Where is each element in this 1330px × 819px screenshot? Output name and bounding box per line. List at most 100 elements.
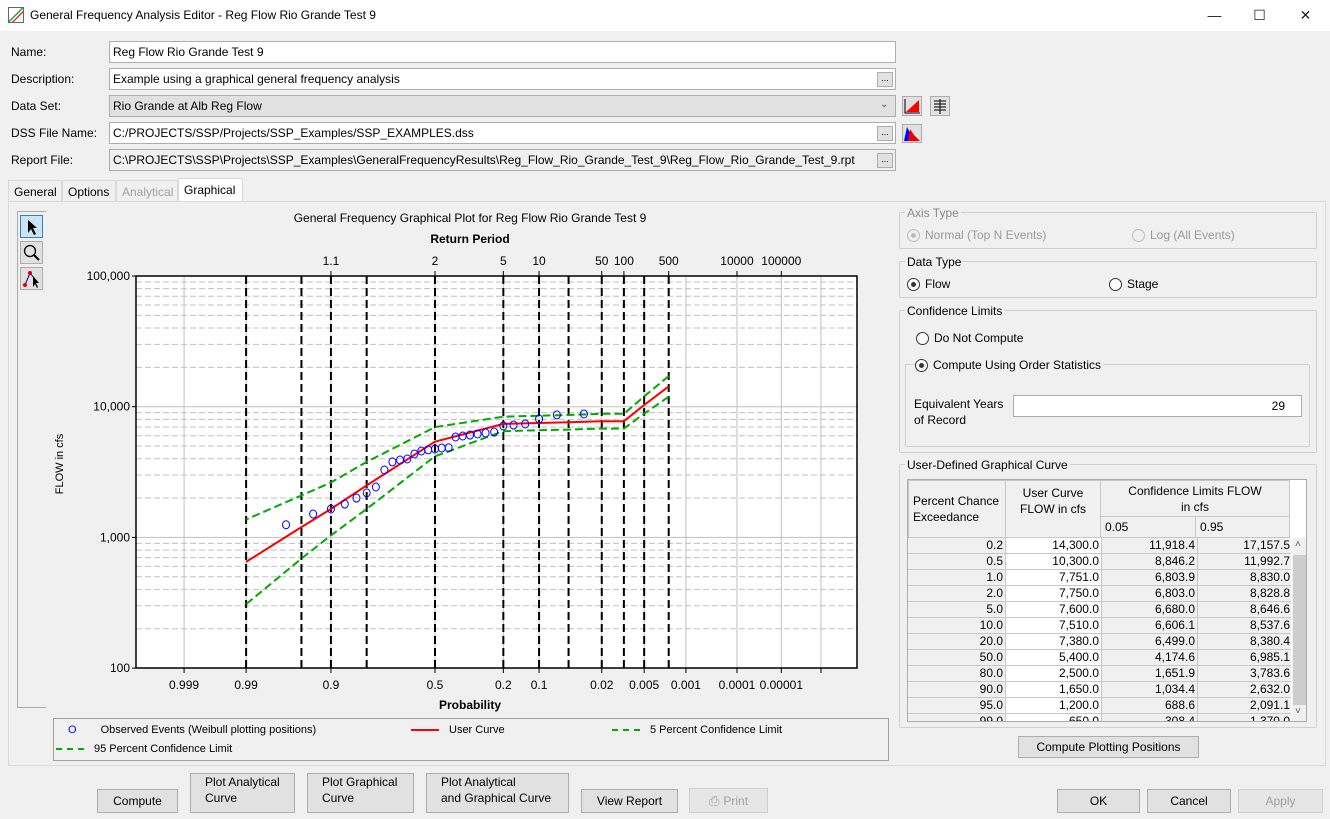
report-file-input[interactable]: C:\PROJECTS\SSP\Projects\SSP_Examples\Ge… [109,149,896,171]
table-row[interactable]: 20.0 7,380.0 6,499.0 8,380.4 [908,634,1291,650]
return-period-label: 100 [614,254,634,268]
close-button[interactable]: ✕ [1283,0,1328,31]
plot-both-curves-button[interactable]: Plot Analytical and Graphical Curve [426,773,569,813]
legend-ci5-label: 5 Percent Confidence Limit [650,724,783,736]
cell-cl05: 688.6 [1102,698,1198,714]
name-input[interactable]: Reg Flow Rio Grande Test 9 [109,41,896,63]
view-report-button[interactable]: View Report [581,789,678,813]
do-not-compute-radio[interactable]: Do Not Compute [916,331,1023,345]
cell-pce: 95.0 [908,698,1006,714]
select-tool-button[interactable] [20,215,43,238]
table-row[interactable]: 10.0 7,510.0 6,606.1 8,537.6 [908,618,1291,634]
flow-radio[interactable]: Flow [907,277,950,291]
dss-file-label: DSS File Name: [11,126,98,140]
table-row[interactable]: 99.0 650.0 308.4 1,370.0 [908,714,1291,721]
dataset-label: Data Set: [11,99,62,113]
stage-radio[interactable]: Stage [1109,277,1158,291]
cell-cl95: 2,091.1 [1198,698,1291,714]
axis-normal-radio: Normal (Top N Events) [907,228,1046,242]
user-curve-table[interactable]: Percent Chance Exceedance User Curve FLO… [907,479,1307,722]
scroll-up-icon[interactable]: ˄ [1295,539,1301,550]
cell-user-curve[interactable]: 2,500.0 [1006,666,1102,682]
cell-user-curve[interactable]: 1,200.0 [1006,698,1102,714]
header-cl05: 0.05 [1100,516,1196,538]
y-tick-label: 1,000 [100,530,130,544]
table-row[interactable]: 0.2 14,300.0 11,918.4 17,157.5 [908,538,1291,554]
cell-cl05: 6,606.1 [1102,618,1198,634]
cell-user-curve[interactable]: 7,510.0 [1006,618,1102,634]
cell-cl05: 4,174.6 [1102,650,1198,666]
plot-icon [904,99,920,114]
cell-pce: 1.0 [908,570,1006,586]
chevron-down-icon[interactable]: ⌄ [880,99,888,110]
x-tick-label: 0.001 [671,678,701,692]
cell-user-curve[interactable]: 1,650.0 [1006,682,1102,698]
table-row[interactable]: 2.0 7,750.0 6,803.0 8,828.8 [908,586,1291,602]
tab-general[interactable]: General [8,180,62,202]
user-curve-title: User-Defined Graphical Curve [905,458,1070,472]
cell-cl95: 1,370.0 [1198,714,1291,721]
plot-dataset-button[interactable] [902,96,922,116]
cell-cl95: 2,632.0 [1198,682,1291,698]
legend-user-label: User Curve [449,724,505,736]
maximize-button[interactable]: ☐ [1237,0,1282,31]
cell-cl05: 1,651.9 [1102,666,1198,682]
edit-curve-tool-button[interactable] [20,267,43,290]
legend-observed-label: Observed Events (Weibull plotting positi… [100,724,317,736]
order-statistics-radio[interactable]: Compute Using Order Statistics [915,358,1105,372]
cell-pce: 99.0 [908,714,1006,721]
cell-user-curve[interactable]: 7,751.0 [1006,570,1102,586]
equivalent-years-input[interactable]: 29 [1013,395,1302,417]
dashed-line-icon [56,748,84,750]
header-confidence-limits: Confidence Limits FLOW in cfs [1100,480,1290,517]
minimize-button[interactable]: — [1192,0,1237,31]
y-tick-label: 100,000 [87,269,131,283]
table-row[interactable]: 90.0 1,650.0 1,034.4 2,632.0 [908,682,1291,698]
description-browse-button[interactable]: ... [877,72,893,87]
compute-plotting-positions-button[interactable]: Compute Plotting Positions [1018,736,1199,758]
plot-graphical-curve-button[interactable]: Plot Graphical Curve [307,773,414,813]
cell-user-curve[interactable]: 7,750.0 [1006,586,1102,602]
dss-viewer-button[interactable] [902,124,922,143]
compute-button[interactable]: Compute [97,789,178,813]
cell-user-curve[interactable]: 5,400.0 [1006,650,1102,666]
report-browse-button[interactable]: ... [877,153,893,168]
table-scrollbar[interactable]: ˄ ˅ [1292,538,1306,721]
scroll-down-icon[interactable]: ˅ [1295,706,1301,717]
return-period-label: 10000 [720,254,754,268]
cell-cl05: 6,680.0 [1102,602,1198,618]
cell-user-curve[interactable]: 7,600.0 [1006,602,1102,618]
x-tick-label: 0.999 [169,678,199,692]
scrollbar-thumb[interactable] [1293,555,1306,705]
axis-log-radio: Log (All Events) [1132,228,1235,242]
header-pce: Percent Chance Exceedance [908,480,1006,538]
table-row[interactable]: 95.0 1,200.0 688.6 2,091.1 [908,698,1291,714]
cell-user-curve[interactable]: 650.0 [1006,714,1102,721]
table-row[interactable]: 1.0 7,751.0 6,803.9 8,830.0 [908,570,1291,586]
cell-cl95: 8,830.0 [1198,570,1291,586]
tab-graphical[interactable]: Graphical [178,178,243,202]
table-row[interactable]: 5.0 7,600.0 6,680.0 8,646.6 [908,602,1291,618]
x-tick-label: 0.99 [234,678,258,692]
dss-browse-button[interactable]: ... [877,126,893,141]
cancel-button[interactable]: Cancel [1147,789,1231,813]
table-row[interactable]: 50.0 5,400.0 4,174.6 6,985.1 [908,650,1291,666]
cell-user-curve[interactable]: 7,380.0 [1006,634,1102,650]
tabulate-dataset-button[interactable] [930,96,950,116]
tab-options[interactable]: Options [62,180,116,202]
table-row[interactable]: 80.0 2,500.0 1,651.9 3,783.6 [908,666,1291,682]
cell-user-curve[interactable]: 14,300.0 [1006,538,1102,554]
cell-cl95: 3,783.6 [1198,666,1291,682]
dss-file-input[interactable]: C:/PROJECTS/SSP/Projects/SSP_Examples/SS… [109,122,896,144]
plot-analytical-curve-button[interactable]: Plot Analytical Curve [190,773,295,813]
cell-user-curve[interactable]: 10,300.0 [1006,554,1102,570]
table-row[interactable]: 0.5 10,300.0 8,846.2 11,992.7 [908,554,1291,570]
ok-button[interactable]: OK [1057,789,1140,813]
dataset-select[interactable]: Rio Grande at Alb Reg Flow [109,95,896,117]
return-period-label: 10 [532,254,546,268]
description-input[interactable]: Example using a graphical general freque… [109,68,896,90]
zoom-tool-button[interactable] [20,241,43,264]
frequency-chart[interactable]: 100,000 10,000 1,000 100 0.999 0.99 0.9 0.5 0.2 0… [46,205,896,715]
eyr-label-line2: of Record [914,413,967,427]
legend-user-curve: User Curve [411,724,505,736]
